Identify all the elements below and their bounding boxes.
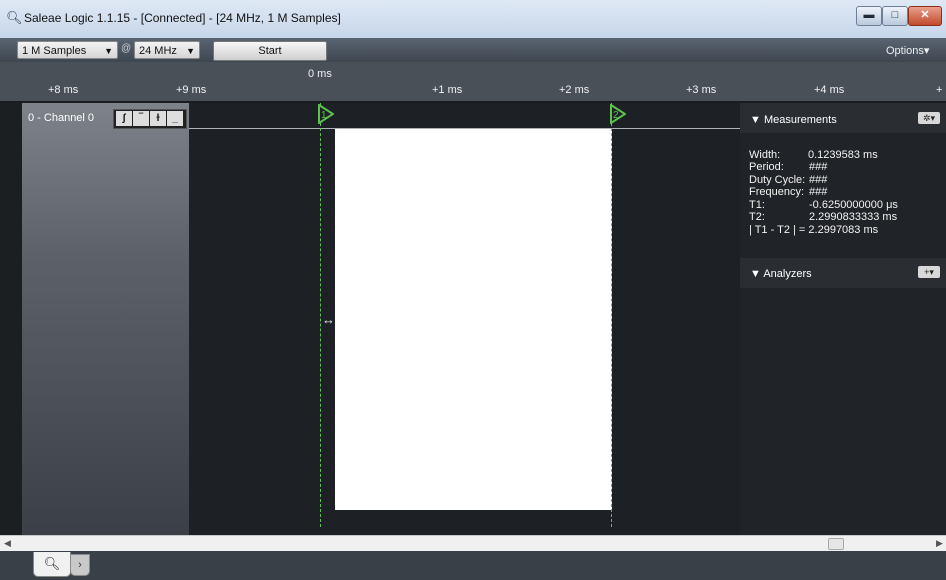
tick-label: +8 ms (48, 84, 79, 96)
trigger-buttons: ʃ ‾ ɫ _ (113, 109, 187, 129)
measurement-row: Duty Cycle: (749, 174, 805, 186)
high-level-icon[interactable]: ‾ (133, 111, 149, 126)
left-gutter (0, 103, 22, 535)
tab-search[interactable]: 🔍︎ (33, 552, 71, 577)
measurement-key: Frequency: (749, 186, 805, 198)
tab-add[interactable]: › (70, 554, 90, 576)
channel-label[interactable]: 0 - Channel 0 (28, 112, 94, 124)
measurement-row: Frequency: (749, 186, 804, 198)
timing-marker-1-flag[interactable]: 1 (318, 104, 334, 124)
tick-label: +9 ms (176, 84, 207, 96)
search-icon: 🔍︎ (6, 10, 23, 25)
zero-time-label: 0 ms (308, 68, 332, 80)
measurement-highlight (335, 129, 612, 510)
gear-icon[interactable]: ✲▾ (918, 112, 940, 124)
measurement-value: 0.1239583 ms (808, 149, 878, 161)
low-level-icon[interactable]: _ (167, 111, 183, 126)
measurement-value: 2.2990833333 ms (809, 211, 898, 223)
options-menu[interactable]: Options▾ (886, 44, 929, 57)
measurement-value: ### (809, 174, 828, 186)
scrollbar-thumb[interactable] (828, 538, 844, 550)
tick-label: +1 ms (432, 84, 463, 96)
chevron-down-icon: ▼ (186, 46, 195, 56)
at-label: @ (121, 43, 132, 54)
measurements-title-text: Measurements (763, 114, 837, 126)
tick-label: + (936, 84, 943, 96)
measurement-key: Duty Cycle: (749, 174, 806, 186)
window-title: Saleae Logic 1.1.15 - [Connected] - [24 … (24, 11, 341, 25)
tick-label: +3 ms (686, 84, 717, 96)
marker-difference: | T1 - T2 | = 2.2997083 ms (749, 224, 879, 236)
chevron-down-icon: ▼ (104, 46, 113, 56)
maximize-button[interactable]: □ (882, 6, 908, 26)
resize-horizontal-icon[interactable]: ↔ (322, 312, 335, 327)
samples-select[interactable]: 1 M Samples ▼ (17, 41, 118, 59)
scroll-left-icon[interactable]: ◀ (4, 538, 11, 549)
measurement-value: ### (809, 161, 828, 173)
measurement-row[interactable]: T1: (749, 199, 765, 211)
measurements-title[interactable]: ▼ Measurements (750, 114, 837, 126)
marker-2-label: 2 (613, 110, 619, 121)
search-icon: 🔍︎ (43, 556, 61, 571)
measurement-key: Width: (749, 149, 781, 161)
rising-edge-icon[interactable]: ʃ (116, 111, 132, 126)
measurement-row: Width: (749, 149, 780, 161)
sample-rate-select[interactable]: 24 MHz ▼ (134, 41, 200, 59)
tick-label: +2 ms (559, 84, 590, 96)
measurement-key: T2: (749, 211, 765, 223)
bottom-tab-bar (0, 551, 946, 580)
samples-value: 1 M Samples (22, 45, 87, 57)
measurement-value: ### (809, 186, 828, 198)
falling-edge-icon[interactable]: ɫ (150, 111, 166, 126)
rate-value: 24 MHz (139, 45, 177, 57)
measurement-row: Period: (749, 161, 784, 173)
measurement-key: Period: (749, 161, 784, 173)
analyzers-title-text: Analyzers (763, 268, 812, 280)
measurement-key: T1: (749, 199, 765, 211)
scroll-right-icon[interactable]: ▶ (936, 538, 943, 549)
start-button[interactable]: Start (213, 41, 327, 61)
time-ruler[interactable] (0, 62, 946, 102)
close-button[interactable]: ✕ (908, 6, 942, 26)
marker-1-label: 1 (321, 110, 327, 121)
analyzers-title[interactable]: ▼ Analyzers (750, 268, 812, 280)
horizontal-scrollbar[interactable] (0, 535, 946, 551)
timing-marker-1-line[interactable] (320, 103, 321, 527)
measurement-row[interactable]: T2: (749, 211, 765, 223)
timing-marker-2-flag[interactable]: 2 (610, 104, 626, 124)
add-analyzer-button[interactable]: +▾ (918, 266, 940, 278)
channel-header-panel (22, 103, 189, 535)
measurement-value: -0.6250000000 μs (809, 199, 898, 211)
tick-label: +4 ms (814, 84, 845, 96)
minimize-button[interactable]: ▬ (856, 6, 882, 26)
timing-marker-2-line[interactable] (611, 103, 612, 527)
